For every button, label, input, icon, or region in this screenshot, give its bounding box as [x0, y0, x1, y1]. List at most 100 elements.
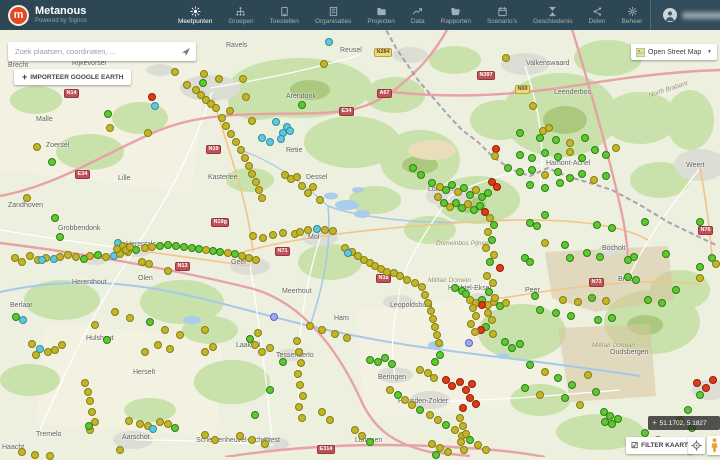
measurement-point-marker[interactable] [94, 251, 103, 260]
measurement-point-marker[interactable] [316, 196, 325, 205]
measurement-point-marker[interactable] [472, 312, 481, 321]
measurement-point-marker[interactable] [343, 334, 352, 343]
measurement-point-marker[interactable] [429, 315, 438, 324]
measurement-point-marker[interactable] [566, 174, 575, 183]
measurement-point-marker[interactable] [436, 351, 445, 360]
measurement-point-marker[interactable] [248, 436, 257, 445]
measurement-point-marker[interactable] [478, 301, 487, 310]
measurement-point-marker[interactable] [266, 386, 275, 395]
measurement-point-marker[interactable] [416, 366, 425, 375]
measurement-point-marker[interactable] [19, 316, 28, 325]
measurement-point-marker[interactable] [541, 171, 550, 180]
nav-item-toestellen[interactable]: Toestellen [262, 0, 307, 30]
measurement-point-marker[interactable] [430, 374, 439, 383]
measurement-point-marker[interactable] [588, 294, 597, 303]
measurement-point-marker[interactable] [126, 243, 135, 252]
measurement-point-marker[interactable] [171, 424, 180, 433]
measurement-point-marker[interactable] [462, 430, 471, 439]
measurement-point-marker[interactable] [88, 408, 97, 417]
measurement-point-marker[interactable] [428, 179, 437, 188]
measurement-point-marker[interactable] [318, 326, 327, 335]
measurement-point-marker[interactable] [331, 330, 340, 339]
street-view-pegman-button[interactable] [707, 436, 720, 455]
measurement-point-marker[interactable] [566, 148, 575, 157]
nav-item-rapporten[interactable]: Rapporten [433, 0, 479, 30]
measurement-point-marker[interactable] [459, 422, 468, 431]
measurement-point-marker[interactable] [28, 340, 37, 349]
measurement-point-marker[interactable] [156, 418, 165, 427]
measurement-point-marker[interactable] [32, 351, 41, 360]
measurement-point-marker[interactable] [293, 173, 302, 182]
measurement-point-marker[interactable] [584, 371, 593, 380]
measurement-point-marker[interactable] [516, 168, 525, 177]
measurement-point-marker[interactable] [321, 226, 330, 235]
measurement-point-marker[interactable] [504, 164, 513, 173]
measurement-point-marker[interactable] [484, 228, 493, 237]
measurement-point-marker[interactable] [493, 183, 502, 192]
measurement-point-marker[interactable] [298, 414, 307, 423]
locate-me-button[interactable] [688, 437, 705, 454]
measurement-point-marker[interactable] [472, 400, 481, 409]
measurement-point-marker[interactable] [258, 134, 267, 143]
measurement-point-marker[interactable] [444, 448, 453, 457]
measurement-point-marker[interactable] [602, 172, 611, 181]
measurement-point-marker[interactable] [259, 234, 268, 243]
measurement-point-marker[interactable] [559, 296, 568, 305]
measurement-point-marker[interactable] [482, 244, 491, 253]
measurement-point-marker[interactable] [239, 75, 248, 84]
navigate-arrow-icon[interactable] [181, 47, 191, 57]
import-google-earth-button[interactable]: + IMPORTEER GOOGLE EARTH [14, 69, 131, 85]
measurement-point-marker[interactable] [693, 379, 702, 388]
measurement-point-marker[interactable] [299, 392, 308, 401]
measurement-point-marker[interactable] [583, 249, 592, 258]
measurement-point-marker[interactable] [81, 379, 90, 388]
filter-map-button[interactable]: ☑ FILTER KAART [626, 437, 693, 454]
measurement-point-marker[interactable] [712, 260, 720, 269]
measurement-point-marker[interactable] [201, 348, 210, 357]
measurement-point-marker[interactable] [325, 38, 334, 47]
measurement-point-marker[interactable] [662, 250, 671, 259]
measurement-point-marker[interactable] [459, 404, 468, 413]
measurement-point-marker[interactable] [545, 124, 554, 133]
measurement-point-marker[interactable] [241, 154, 250, 163]
nav-item-beheer[interactable]: Beheer [614, 0, 651, 30]
measurement-point-marker[interactable] [427, 307, 436, 316]
measurement-point-marker[interactable] [18, 258, 27, 267]
measurement-point-marker[interactable] [216, 248, 225, 257]
measurement-point-marker[interactable] [295, 348, 304, 357]
measurement-point-marker[interactable] [486, 258, 495, 267]
measurement-point-marker[interactable] [226, 107, 235, 116]
measurement-point-marker[interactable] [149, 425, 158, 434]
measurement-point-marker[interactable] [154, 341, 163, 350]
measurement-point-marker[interactable] [574, 298, 583, 307]
measurement-point-marker[interactable] [104, 110, 113, 119]
measurement-point-marker[interactable] [578, 170, 587, 179]
measurement-point-marker[interactable] [567, 312, 576, 321]
measurement-point-marker[interactable] [171, 68, 180, 77]
measurement-point-marker[interactable] [554, 374, 563, 383]
measurement-point-marker[interactable] [432, 451, 441, 460]
measurement-point-marker[interactable] [596, 253, 605, 262]
measurement-point-marker[interactable] [358, 432, 367, 441]
measurement-point-marker[interactable] [526, 361, 535, 370]
measurement-point-marker[interactable] [541, 368, 550, 377]
measurement-point-marker[interactable] [200, 70, 209, 79]
nav-item-geschiedenis[interactable]: Geschiedenis [525, 0, 580, 30]
measurement-point-marker[interactable] [172, 242, 181, 251]
measurement-point-marker[interactable] [141, 348, 150, 357]
nav-item-data[interactable]: Data [403, 0, 433, 30]
measurement-point-marker[interactable] [294, 370, 303, 379]
measurement-point-marker[interactable] [502, 299, 511, 308]
measurement-point-marker[interactable] [489, 279, 498, 288]
measurement-point-marker[interactable] [164, 267, 173, 276]
measurement-point-marker[interactable] [252, 256, 261, 265]
measurement-point-marker[interactable] [531, 292, 540, 301]
measurement-point-marker[interactable] [471, 328, 480, 337]
measurement-point-marker[interactable] [161, 326, 170, 335]
measurement-point-marker[interactable] [251, 341, 260, 350]
layer-selector-dropdown[interactable]: Open Street Map ▼ [631, 44, 717, 60]
measurement-point-marker[interactable] [482, 446, 491, 455]
measurement-point-marker[interactable] [237, 146, 246, 155]
measurement-point-marker[interactable] [433, 331, 442, 340]
measurement-point-marker[interactable] [428, 440, 437, 449]
